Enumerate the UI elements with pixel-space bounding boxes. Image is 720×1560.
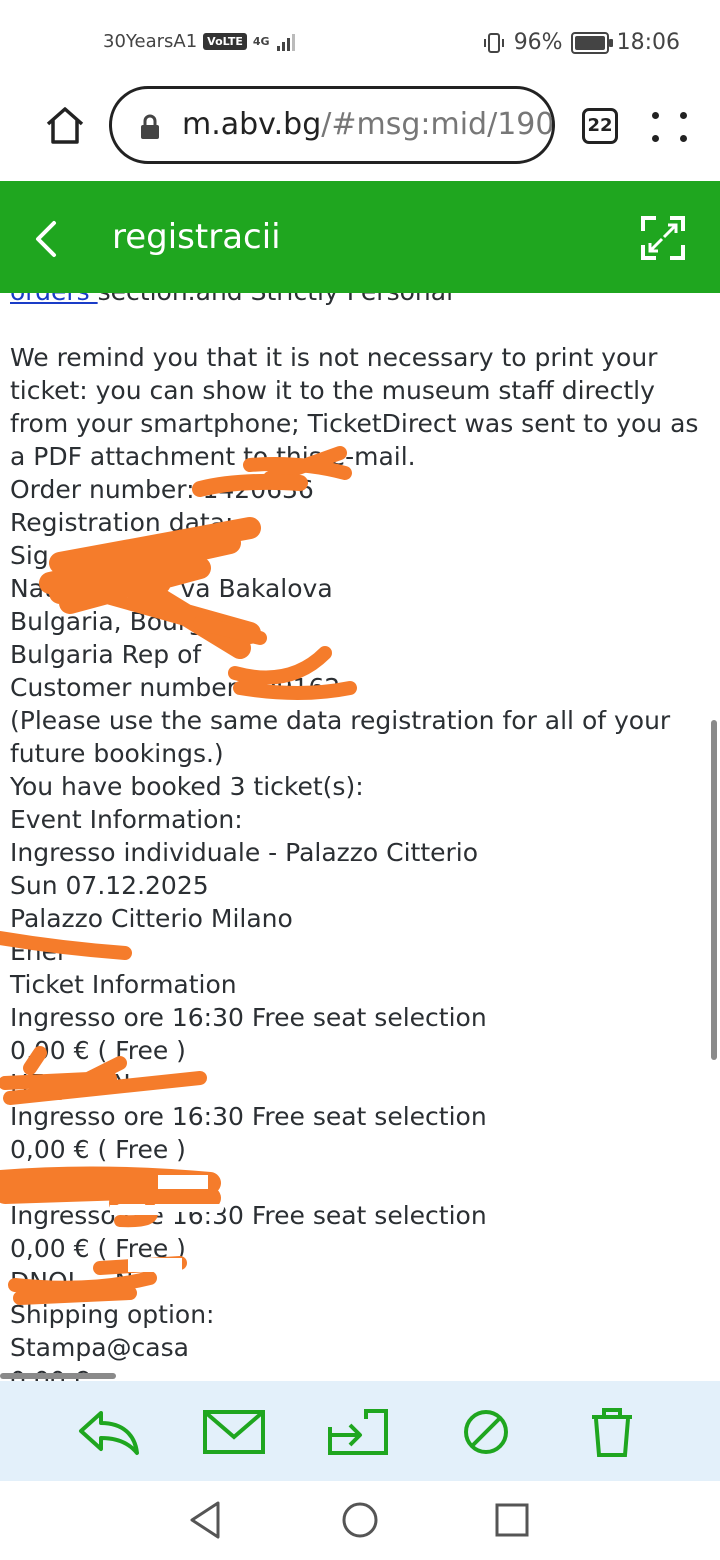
- nav-home-icon[interactable]: [339, 1499, 381, 1541]
- tab-count-button[interactable]: 22: [582, 108, 618, 144]
- email-text: orders section.and Strictly Personal We …: [10, 293, 715, 1381]
- customer-address: Bulgaria, Bourgas: [10, 607, 232, 636]
- nav-recents-icon[interactable]: [491, 1499, 533, 1541]
- vibrate-icon: [483, 32, 504, 53]
- clock: 18:06: [616, 30, 680, 55]
- customer-number: Customer number 399162: [10, 673, 341, 702]
- event-venue: Palazzo Citterio Milano: [10, 904, 293, 933]
- customer-name: Nata va Bakalova: [10, 574, 333, 603]
- network-type: 4G: [252, 35, 270, 48]
- ticket-holder: [10, 1166, 715, 1199]
- booked-count: You have booked 3 ticket(s):: [10, 772, 364, 801]
- ticket-type: Ingresso ore 16:30 Free seat selection: [10, 1102, 487, 1131]
- lock-icon: [141, 114, 159, 139]
- address-bar[interactable]: m.abv.bg/#msg:mid/1903: [109, 86, 555, 164]
- partial-line: orders section.and Strictly Personal: [10, 293, 715, 308]
- spam-icon[interactable]: [454, 1405, 518, 1459]
- menu-dot: [680, 112, 687, 119]
- reminder-paragraph: We remind you that it is not necessary t…: [10, 343, 699, 471]
- order-number: Order number: 1420636: [10, 475, 314, 504]
- battery-icon: [570, 31, 613, 54]
- system-nav-bar: [0, 1481, 720, 1560]
- home-icon[interactable]: [44, 104, 86, 146]
- ticket-type: Ingresso ore 16:30 Free seat selection: [10, 1003, 487, 1032]
- url-text: m.abv.bg/#msg:mid/1903: [182, 107, 555, 142]
- horizontal-scrollbar[interactable]: [0, 1373, 116, 1379]
- volte-badge: VoLTE: [203, 33, 247, 50]
- browser-menu-button[interactable]: [648, 108, 692, 148]
- back-arrow-icon[interactable]: [28, 219, 68, 259]
- menu-dot: [652, 135, 659, 142]
- event-info-label: Event Information:: [10, 805, 243, 834]
- url-domain: m.abv.bg: [182, 107, 322, 142]
- ticket-holder: HE ON: [10, 1069, 131, 1098]
- ticket-holder: DNOI N: [10, 1267, 134, 1296]
- ticket-type: Ingresso ore 16:30 Free seat selection: [10, 1201, 487, 1230]
- carrier-name: 30YearsA1: [103, 31, 198, 52]
- event-name: Ingresso individuale - Palazzo Citterio: [10, 838, 479, 867]
- trash-icon[interactable]: [580, 1405, 644, 1459]
- app-header: registracii: [0, 181, 720, 293]
- nav-back-icon[interactable]: [186, 1499, 228, 1541]
- ticket-price: 0,00 € ( Free ): [10, 1036, 186, 1065]
- vertical-scrollbar[interactable]: [711, 720, 717, 1060]
- mail-icon[interactable]: [202, 1405, 266, 1459]
- shipping-label: Shipping option:: [10, 1300, 215, 1329]
- status-left: 30YearsA1 VoLTE 4G: [103, 31, 296, 52]
- menu-dot: [652, 112, 659, 119]
- partial-line-text: section.and Strictly Personal: [98, 293, 453, 306]
- mail-subject-title: registracii: [112, 217, 281, 257]
- battery-percent: 96%: [513, 30, 563, 55]
- reply-icon[interactable]: [77, 1405, 141, 1459]
- status-bar: 30YearsA1 VoLTE 4G 96% 18:06: [0, 0, 720, 84]
- signal-icon: [276, 33, 295, 51]
- email-body[interactable]: orders section.and Strictly Personal We …: [0, 293, 720, 1381]
- registration-note: (Please use the same data registration f…: [10, 706, 671, 768]
- status-right: 96% 18:06: [482, 30, 680, 55]
- event-date: Sun 07.12.2025: [10, 871, 209, 900]
- url-path: /#msg:mid/1903: [321, 107, 555, 142]
- menu-dot: [680, 135, 687, 142]
- customer-country: Bulgaria Rep of: [10, 640, 202, 669]
- shipping-price: 0,00 €: [10, 1364, 715, 1381]
- salutation: Sig: [10, 541, 49, 570]
- ticket-price: 0,00 € ( Free ): [10, 1135, 186, 1164]
- registration-label: Registration data:: [10, 508, 234, 537]
- ticket-info-label: Ticket Information: [10, 970, 237, 999]
- fullscreen-icon[interactable]: [640, 215, 686, 261]
- move-to-folder-icon[interactable]: [326, 1405, 390, 1459]
- ticket-price: 0,00 € ( Free ): [10, 1234, 186, 1263]
- redacted-line: Ener: [10, 937, 68, 966]
- shipping-value: Stampa@casa: [10, 1333, 189, 1362]
- mail-action-toolbar: [0, 1381, 720, 1481]
- orders-link[interactable]: orders: [10, 293, 98, 306]
